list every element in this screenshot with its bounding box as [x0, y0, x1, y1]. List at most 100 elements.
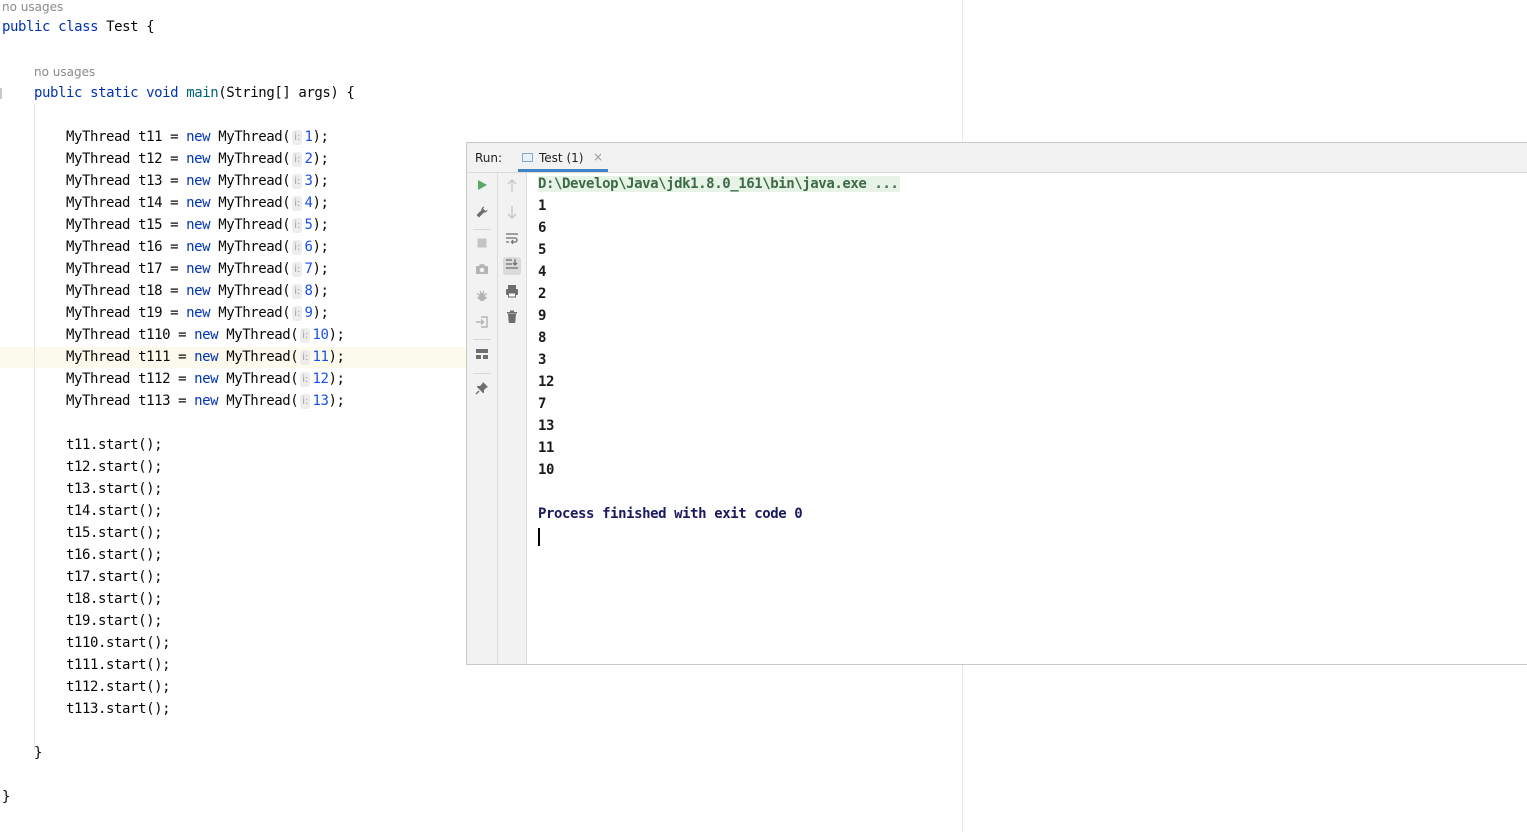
statement-end: );	[312, 151, 329, 167]
login-icon[interactable]	[473, 315, 491, 333]
parameter-hint: i:	[300, 350, 311, 365]
thread-start-call[interactable]: t12.start();	[66, 456, 163, 478]
toolbar-separator	[473, 373, 491, 374]
constructor-call: MyThread(	[218, 217, 291, 233]
thread-start-call[interactable]: t113.start();	[66, 698, 171, 720]
thread-declaration[interactable]: MyThread t19 = new MyThread(i: 9);	[66, 302, 329, 324]
keyword: new	[186, 173, 211, 189]
class-close-brace[interactable]: }	[2, 786, 10, 808]
thread-start-call[interactable]: t111.start();	[66, 654, 171, 676]
console-output-line: 8	[538, 330, 547, 346]
variable-declaration: MyThread t18 =	[66, 283, 187, 299]
parameter-hint: i:	[292, 152, 303, 167]
close-icon[interactable]: ×	[593, 150, 603, 164]
parameter-hint: i:	[300, 394, 311, 409]
parameter-hint: i:	[292, 306, 303, 321]
console-output-line: 5	[538, 242, 547, 258]
arrow-down-icon[interactable]	[503, 205, 521, 223]
thread-declaration[interactable]: MyThread t14 = new MyThread(i: 4);	[66, 192, 329, 214]
statement-end: );	[312, 173, 329, 189]
text-caret	[538, 528, 540, 546]
thread-declaration[interactable]: MyThread t16 = new MyThread(i: 6);	[66, 236, 329, 258]
tab-label: Test (1)	[539, 151, 584, 165]
thread-declaration[interactable]: MyThread t15 = new MyThread(i: 5);	[66, 214, 329, 236]
parameter-hint: i:	[300, 372, 311, 387]
wrench-icon[interactable]	[473, 205, 491, 223]
thread-start-call[interactable]: t15.start();	[66, 522, 163, 544]
run-toolbar-left	[467, 173, 498, 664]
variable-declaration: MyThread t16 =	[66, 239, 187, 255]
pin-icon[interactable]	[473, 381, 491, 399]
constructor-call: MyThread(	[218, 305, 291, 321]
keyword: public	[34, 85, 83, 101]
thread-start-call[interactable]: t16.start();	[66, 544, 163, 566]
keyword: public	[2, 19, 51, 35]
thread-start-call[interactable]: t110.start();	[66, 632, 171, 654]
keyword: new	[194, 349, 219, 365]
thread-declaration[interactable]: MyThread t12 = new MyThread(i: 2);	[66, 148, 329, 170]
variable-declaration: MyThread t113 =	[66, 393, 195, 409]
keyword: new	[186, 217, 211, 233]
keyword: static	[90, 85, 139, 101]
console-output-line: 2	[538, 286, 547, 302]
debug-icon[interactable]	[473, 289, 491, 307]
keyword: new	[186, 151, 211, 167]
console-command-line[interactable]: D:\Develop\Java\jdk1.8.0_161\bin\java.ex…	[538, 173, 901, 195]
keyword: new	[186, 129, 211, 145]
statement-end: );	[328, 327, 345, 343]
variable-declaration: MyThread t12 =	[66, 151, 187, 167]
thread-start-call[interactable]: t13.start();	[66, 478, 163, 500]
constructor-call: MyThread(	[226, 349, 299, 365]
thread-start-call[interactable]: t14.start();	[66, 500, 163, 522]
keyword: new	[186, 283, 211, 299]
java-command[interactable]: D:\Develop\Java\jdk1.8.0_161\bin\java.ex…	[538, 176, 901, 192]
rerun-icon[interactable]	[473, 179, 491, 197]
main-method-declaration[interactable]: public static void main(String[] args) {	[34, 82, 355, 104]
thread-declaration[interactable]: MyThread t111 = new MyThread(i: 11);	[66, 346, 345, 368]
layout-icon[interactable]	[473, 348, 491, 366]
thread-start-call[interactable]: t11.start();	[66, 434, 163, 456]
soft-wrap-icon[interactable]	[503, 232, 521, 250]
process-exit-message: Process finished with exit code 0	[538, 506, 803, 522]
keyword: new	[194, 371, 219, 387]
thread-declaration[interactable]: MyThread t113 = new MyThread(i: 13);	[66, 390, 345, 412]
parameter-hint: i:	[292, 262, 303, 277]
constructor-call: MyThread(	[218, 195, 291, 211]
thread-declaration[interactable]: MyThread t112 = new MyThread(i: 12);	[66, 368, 345, 390]
arrow-up-icon[interactable]	[503, 179, 521, 197]
scroll-to-end-icon[interactable]	[503, 257, 521, 275]
constructor-call: MyThread(	[218, 283, 291, 299]
camera-icon[interactable]	[473, 263, 491, 281]
print-icon[interactable]	[503, 284, 521, 302]
variable-declaration: MyThread t15 =	[66, 217, 187, 233]
constructor-call: MyThread(	[226, 371, 299, 387]
console-output-line: 1	[538, 198, 547, 214]
variable-declaration: MyThread t111 =	[66, 349, 195, 365]
thread-start-call[interactable]: t17.start();	[66, 566, 163, 588]
stop-icon[interactable]	[473, 237, 491, 255]
trash-icon[interactable]	[503, 310, 521, 328]
parameter-hint: i:	[292, 218, 303, 233]
thread-declaration[interactable]: MyThread t13 = new MyThread(i: 3);	[66, 170, 329, 192]
thread-start-call[interactable]: t112.start();	[66, 676, 171, 698]
gutter-fold-marker[interactable]	[0, 88, 2, 99]
indent-guide	[34, 104, 35, 750]
toolbar-separator	[473, 339, 491, 340]
method-close-brace[interactable]: }	[34, 742, 42, 764]
tab-test-1[interactable]: Test (1) ×	[518, 143, 608, 172]
thread-start-call[interactable]: t18.start();	[66, 588, 163, 610]
thread-declaration[interactable]: MyThread t17 = new MyThread(i: 7);	[66, 258, 329, 280]
thread-declaration[interactable]: MyThread t11 = new MyThread(i: 1);	[66, 126, 329, 148]
thread-start-call[interactable]: t19.start();	[66, 610, 163, 632]
statement-end: );	[312, 239, 329, 255]
usages-hint[interactable]: no usages	[2, 0, 63, 14]
constructor-call: MyThread(	[226, 327, 299, 343]
thread-declaration[interactable]: MyThread t18 = new MyThread(i: 8);	[66, 280, 329, 302]
console-output-line: 3	[538, 352, 547, 368]
keyword: new	[186, 261, 211, 277]
thread-declaration[interactable]: MyThread t110 = new MyThread(i: 10);	[66, 324, 345, 346]
variable-declaration: MyThread t13 =	[66, 173, 187, 189]
class-declaration[interactable]: public class Test {	[2, 16, 155, 38]
console-output[interactable]: D:\Develop\Java\jdk1.8.0_161\bin\java.ex…	[538, 173, 1518, 653]
usages-hint[interactable]: no usages	[34, 65, 95, 79]
